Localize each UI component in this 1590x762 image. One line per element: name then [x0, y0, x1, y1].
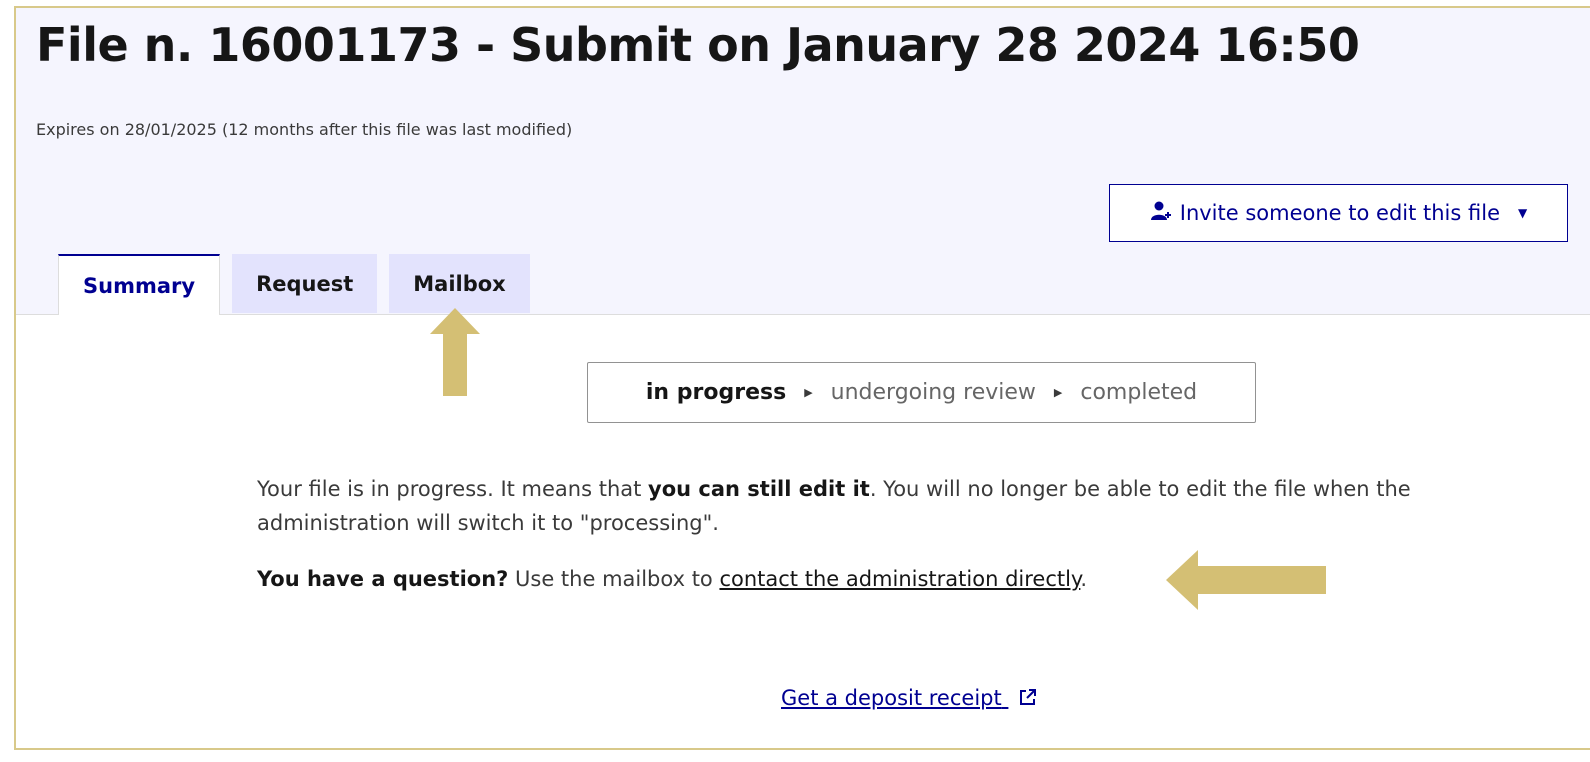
contact-administration-link[interactable]: contact the administration directly — [719, 567, 1080, 591]
status-stepper: in progress ▶ undergoing review ▶ comple… — [587, 362, 1256, 423]
invite-button[interactable]: Invite someone to edit this file ▼ — [1109, 184, 1568, 242]
status-paragraph: Your file is in progress. It means that … — [257, 472, 1507, 540]
question-text: Use the mailbox to — [508, 567, 720, 591]
external-link-icon — [1008, 686, 1038, 710]
tab-summary[interactable]: Summary — [58, 254, 221, 315]
deposit-receipt-label: Get a deposit receipt — [781, 686, 1002, 710]
deposit-receipt-link[interactable]: Get a deposit receipt — [781, 686, 1038, 710]
tab-bar: Summary Request Mailbox — [58, 254, 530, 315]
invite-button-label: Invite someone to edit this file — [1179, 201, 1500, 225]
question-label: You have a question? — [257, 567, 509, 591]
status-step-review: undergoing review — [830, 380, 1036, 405]
status-step-current: in progress — [645, 380, 787, 405]
step-separator-icon: ▶ — [1053, 386, 1063, 399]
tab-mailbox[interactable]: Mailbox — [389, 254, 530, 313]
expiry-notice: Expires on 28/01/2025 (12 months after t… — [36, 120, 573, 139]
question-text-end: . — [1080, 567, 1088, 591]
status-text-start: Your file is in progress. It means that — [257, 477, 649, 501]
tab-request[interactable]: Request — [232, 254, 378, 313]
step-separator-icon: ▶ — [804, 386, 813, 399]
status-step-completed: completed — [1080, 380, 1198, 405]
status-text-bold: you can still edit it — [648, 477, 870, 501]
caret-down-icon: ▼ — [1518, 206, 1528, 220]
add-user-icon — [1150, 200, 1172, 227]
annotation-arrow-up — [430, 308, 480, 396]
page-title: File n. 16001173 - Submit on January 28 … — [36, 18, 1360, 72]
annotation-arrow-left — [1166, 550, 1326, 610]
